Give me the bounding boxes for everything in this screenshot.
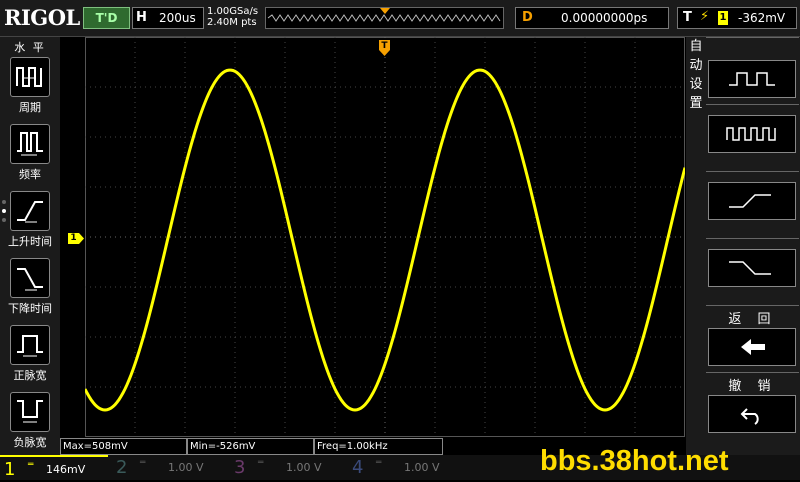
channel1-trace bbox=[83, 68, 687, 412]
frequency-button[interactable] bbox=[10, 124, 50, 164]
channel1-scale: 146mV bbox=[46, 463, 86, 476]
channel3-tab[interactable]: 3 ═ 1.00 V bbox=[230, 455, 342, 480]
negative-width-button[interactable] bbox=[10, 392, 50, 432]
measure-menu: 水 平 周期 频率 上升时间 下降时间 正脉宽 负脉宽 bbox=[0, 37, 60, 455]
back-button[interactable]: 返 回 bbox=[706, 305, 799, 370]
channel1-coupling-icon: ═ bbox=[28, 460, 34, 470]
channel1-number: 1 bbox=[4, 459, 16, 480]
channel4-tab[interactable]: 4 ═ 1.00 V bbox=[348, 455, 460, 480]
channel2-scale: 1.00 V bbox=[168, 461, 204, 474]
channel2-number: 2 bbox=[116, 457, 128, 478]
fall-time-label: 下降时间 bbox=[8, 302, 52, 315]
channel1-tab[interactable]: 1 ═ 146mV bbox=[0, 455, 108, 482]
trigger-marker-text: T bbox=[381, 41, 388, 51]
memory-overview[interactable] bbox=[265, 7, 504, 29]
auto-setup-menu: 自 动 设 置 返 回 撤 销 bbox=[686, 37, 800, 455]
memory-waveform-icon bbox=[267, 8, 501, 22]
title-char: 设 bbox=[689, 77, 703, 92]
undo-label: 撤 销 bbox=[728, 379, 777, 394]
channel2-coupling-icon: ═ bbox=[140, 458, 146, 468]
positive-width-label: 正脉宽 bbox=[13, 369, 47, 382]
fall-time-button[interactable] bbox=[10, 258, 50, 298]
channel-marker-text: 1 bbox=[70, 233, 77, 243]
rigol-logo: RIGOL bbox=[4, 5, 80, 30]
falling-edge-button[interactable] bbox=[706, 238, 799, 303]
channel2-tab[interactable]: 2 ═ 1.00 V bbox=[112, 455, 224, 480]
rising-edge-setup-icon bbox=[729, 194, 771, 208]
page-indicator bbox=[2, 200, 6, 227]
trigger-channel: 1 bbox=[718, 11, 728, 25]
waveform-canvas bbox=[83, 37, 687, 437]
title-char: 动 bbox=[689, 58, 703, 73]
single-period-icon bbox=[726, 127, 776, 141]
period-button[interactable] bbox=[10, 57, 50, 97]
period-label: 周期 bbox=[19, 101, 41, 114]
trigger-key: T bbox=[683, 10, 692, 25]
min-measurement: Min=-526mV bbox=[187, 438, 314, 455]
rise-time-button[interactable] bbox=[10, 191, 50, 231]
timebase-box[interactable]: H 200us bbox=[132, 7, 204, 29]
falling-edge-setup-icon bbox=[729, 261, 771, 275]
multi-period-icon bbox=[729, 72, 775, 86]
rise-time-icon bbox=[17, 201, 43, 223]
auto-setup-title: 自 动 设 置 bbox=[686, 37, 706, 113]
title-char: 自 bbox=[689, 39, 703, 54]
delay-value: 0.00000000ps bbox=[561, 11, 648, 25]
negative-width-icon bbox=[17, 400, 43, 423]
positive-width-icon bbox=[17, 335, 43, 357]
fall-time-icon bbox=[17, 268, 43, 291]
sample-rate: 1.00GSa/s bbox=[207, 6, 259, 17]
title-char: 置 bbox=[689, 96, 703, 111]
frequency-label: 频率 bbox=[19, 168, 41, 181]
waveform-display[interactable] bbox=[83, 37, 687, 437]
period-icon bbox=[16, 67, 42, 87]
max-measurement: Max=508mV bbox=[60, 438, 187, 455]
back-arrow-icon bbox=[741, 339, 765, 355]
channel4-number: 4 bbox=[352, 457, 364, 478]
positive-width-button[interactable] bbox=[10, 325, 50, 365]
run-status-button[interactable]: T'D bbox=[83, 7, 130, 29]
multi-period-button[interactable] bbox=[706, 37, 799, 102]
channel1-offset-marker[interactable]: 1 bbox=[68, 233, 84, 244]
status-bar: RIGOL T'D H 200us 1.00GSa/s 2.40M pts D … bbox=[0, 0, 800, 37]
acquisition-info: 1.00GSa/s 2.40M pts bbox=[207, 6, 258, 28]
negative-width-label: 负脉宽 bbox=[13, 436, 47, 449]
delay-key: D bbox=[522, 10, 533, 25]
channel4-scale: 1.00 V bbox=[404, 461, 440, 474]
rising-edge-button[interactable] bbox=[706, 171, 799, 236]
timebase-key: H bbox=[136, 10, 147, 25]
trigger-level: -362mV bbox=[738, 11, 786, 25]
undo-button[interactable]: 撤 销 bbox=[706, 372, 799, 443]
channel4-coupling-icon: ═ bbox=[376, 458, 382, 468]
watermark-text: bbs.38hot.net bbox=[540, 445, 729, 477]
timebase-value: 200us bbox=[159, 11, 196, 25]
graticule bbox=[85, 37, 685, 437]
freq-measurement: Freq=1.00kHz bbox=[314, 438, 443, 455]
undo-icon bbox=[740, 408, 759, 425]
memory-depth: 2.40M pts bbox=[207, 17, 257, 28]
single-period-button[interactable] bbox=[706, 104, 799, 169]
menu-title: 水 平 bbox=[14, 41, 46, 54]
frequency-icon bbox=[17, 132, 43, 156]
rising-edge-icon: ⚡ bbox=[700, 9, 710, 24]
delay-box[interactable]: D 0.00000000ps bbox=[515, 7, 669, 29]
channel3-coupling-icon: ═ bbox=[258, 458, 264, 468]
back-label: 返 回 bbox=[728, 312, 777, 327]
channel3-scale: 1.00 V bbox=[286, 461, 322, 474]
trigger-box[interactable]: T ⚡ 1 -362mV bbox=[677, 7, 797, 29]
channel3-number: 3 bbox=[234, 457, 246, 478]
rise-time-label: 上升时间 bbox=[8, 235, 52, 248]
trigger-position-marker[interactable]: T bbox=[379, 40, 390, 56]
